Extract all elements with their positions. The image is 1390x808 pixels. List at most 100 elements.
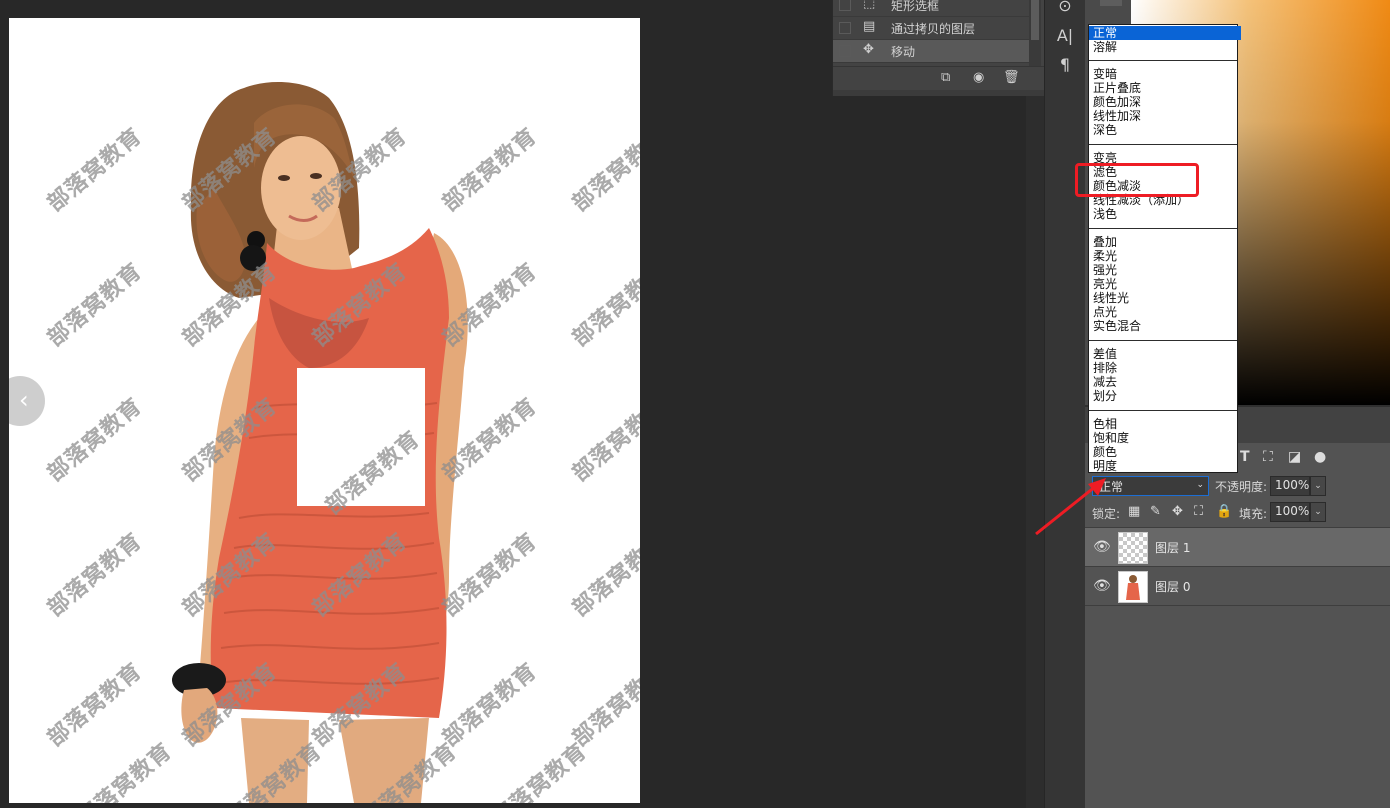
watermark: 部落窝教育	[567, 258, 640, 352]
blend-option[interactable]: 色相	[1089, 417, 1241, 431]
lock-pixels-brush-icon[interactable]: ✎	[1150, 504, 1161, 519]
lock-transparency-icon[interactable]: ▦	[1128, 504, 1140, 519]
history-checkbox[interactable]	[839, 45, 851, 57]
watermark: 部落窝教育	[567, 393, 640, 487]
watermark: 部落窝教育	[42, 393, 148, 487]
watermark: 部落窝教育	[307, 528, 413, 622]
blend-option[interactable]: 浅色	[1089, 207, 1241, 221]
blend-mode-dropdown-list[interactable]: 正常 溶解 变暗 正片叠底 颜色加深 线性加深 深色 变亮 滤色 颜色减淡 线性…	[1088, 24, 1241, 473]
blend-option[interactable]: 饱和度	[1089, 431, 1241, 445]
history-item[interactable]: ⬚ 矩形选框	[833, 0, 1029, 17]
blend-option[interactable]: 强光	[1089, 263, 1241, 277]
history-panel: ⬚ 矩形选框 ▤ 通过拷贝的图层 ✥ 移动 ⧉ ◉ 🗑	[832, 0, 1044, 96]
blend-option[interactable]: 柔光	[1089, 249, 1241, 263]
workspace-background	[640, 0, 832, 808]
history-item-active[interactable]: ✥ 移动	[833, 40, 1029, 63]
history-scrollbar[interactable]	[1029, 0, 1041, 66]
camera-snapshot-icon[interactable]: ◉	[973, 70, 984, 85]
watermark: 部落窝教育	[437, 528, 543, 622]
history-checkbox[interactable]	[839, 22, 851, 34]
character-panel-icon[interactable]: A|	[1045, 26, 1085, 45]
watermark: 部落窝教育	[567, 528, 640, 622]
photo-thumbnail-icon	[1126, 575, 1140, 600]
watermark: 部落窝教育	[177, 528, 283, 622]
watermark: 部落窝教育	[177, 123, 283, 217]
separator	[1089, 144, 1237, 145]
watermark: 部落窝教育	[437, 658, 543, 752]
blend-option-selected[interactable]: 正常	[1089, 26, 1241, 40]
layer-row[interactable]: 👁 图层 0	[1085, 566, 1390, 606]
lock-artboard-icon[interactable]: ⛶	[1194, 504, 1203, 519]
new-document-from-state-icon[interactable]: ⧉	[941, 70, 950, 85]
panel-dock-gap	[1026, 96, 1044, 808]
clock-history-icon[interactable]: ⊙	[1045, 0, 1085, 15]
layer-row-selected[interactable]: 👁 图层 1	[1085, 527, 1390, 566]
fill-dropdown-button[interactable]: ⌄	[1310, 502, 1326, 522]
paragraph-panel-icon[interactable]: ¶	[1045, 55, 1085, 74]
type-filter-icon[interactable]: T	[1240, 449, 1250, 465]
watermark: 部落窝教育	[222, 738, 328, 803]
lock-position-icon[interactable]: ✥	[1172, 504, 1183, 519]
panel-icon-strip: ⊙ A| ¶	[1044, 0, 1086, 808]
watermark: 部落窝教育	[437, 393, 543, 487]
separator	[1089, 410, 1237, 411]
history-item[interactable]: ▤ 通过拷贝的图层	[833, 17, 1029, 40]
watermark: 部落窝教育	[437, 258, 543, 352]
watermark: 部落窝教育	[487, 738, 593, 803]
document-canvas[interactable]: 部落窝教育 部落窝教育 部落窝教育 部落窝教育 部落窝教育 部落窝教育 部落窝教…	[9, 18, 640, 803]
shape-filter-icon[interactable]: ⛶	[1263, 449, 1273, 465]
opacity-dropdown-button[interactable]: ⌄	[1310, 476, 1326, 496]
highlight-box-annotation	[1075, 163, 1199, 197]
scrollbar-thumb[interactable]	[1031, 0, 1039, 40]
blend-option[interactable]: 明度	[1089, 459, 1241, 473]
separator	[1089, 340, 1237, 341]
blend-option[interactable]: 深色	[1089, 123, 1241, 137]
opacity-label: 不透明度:	[1215, 480, 1268, 494]
opacity-value: 100%	[1275, 478, 1310, 492]
history-item-label: 通过拷贝的图层	[891, 22, 976, 36]
history-item-label: 矩形选框	[891, 0, 940, 13]
watermark: 部落窝教育	[42, 258, 148, 352]
opacity-input[interactable]: 100%	[1270, 476, 1310, 496]
watermark: 部落窝教育	[320, 426, 426, 520]
layer-name: 图层 1	[1155, 541, 1191, 555]
eye-visibility-icon[interactable]: 👁	[1093, 539, 1111, 555]
blend-option[interactable]: 点光	[1089, 305, 1241, 319]
fill-value: 100%	[1275, 504, 1310, 518]
blend-option[interactable]: 划分	[1089, 389, 1241, 403]
watermark: 部落窝教育	[567, 123, 640, 217]
blend-option[interactable]: 颜色加深	[1089, 95, 1241, 109]
trash-icon[interactable]: 🗑	[1003, 70, 1020, 85]
fill-input[interactable]: 100%	[1270, 502, 1310, 522]
blend-option[interactable]: 叠加	[1089, 235, 1241, 249]
eye-visibility-icon[interactable]: 👁	[1093, 578, 1111, 594]
chevron-down-icon: ⌄	[1196, 480, 1204, 490]
smart-object-filter-icon[interactable]: ◪	[1288, 449, 1301, 465]
panel-resize-grip[interactable]	[833, 90, 1044, 96]
blend-option[interactable]: 正片叠底	[1089, 81, 1241, 95]
filter-toggle-icon[interactable]: ●	[1314, 449, 1326, 465]
lock-all-icon[interactable]: 🔒	[1216, 504, 1232, 519]
watermark: 部落窝教育	[437, 123, 543, 217]
history-checkbox[interactable]	[839, 0, 851, 11]
blend-option[interactable]: 颜色	[1089, 445, 1241, 459]
blend-option[interactable]: 线性加深	[1089, 109, 1241, 123]
blend-option[interactable]: 溶解	[1089, 40, 1241, 54]
blend-option[interactable]: 实色混合	[1089, 319, 1241, 333]
watermark: 部落窝教育	[307, 258, 413, 352]
move-icon: ✥	[863, 42, 874, 57]
blend-option[interactable]: 变暗	[1089, 67, 1241, 81]
blend-option[interactable]: 亮光	[1089, 277, 1241, 291]
layer-thumbnail-transparent	[1118, 532, 1148, 564]
history-item-label: 移动	[891, 45, 916, 59]
blend-option[interactable]: 差值	[1089, 347, 1241, 361]
layer-copy-icon: ▤	[863, 19, 876, 34]
blend-option[interactable]: 排除	[1089, 361, 1241, 375]
red-arrow-annotation	[1035, 478, 1106, 536]
blend-option[interactable]: 减去	[1089, 375, 1241, 389]
watermark: 部落窝教育	[307, 658, 413, 752]
watermark: 部落窝教育	[72, 738, 178, 803]
blend-option[interactable]: 线性光	[1089, 291, 1241, 305]
watermark: 部落窝教育	[357, 738, 463, 803]
panel-tab[interactable]	[1100, 0, 1122, 6]
